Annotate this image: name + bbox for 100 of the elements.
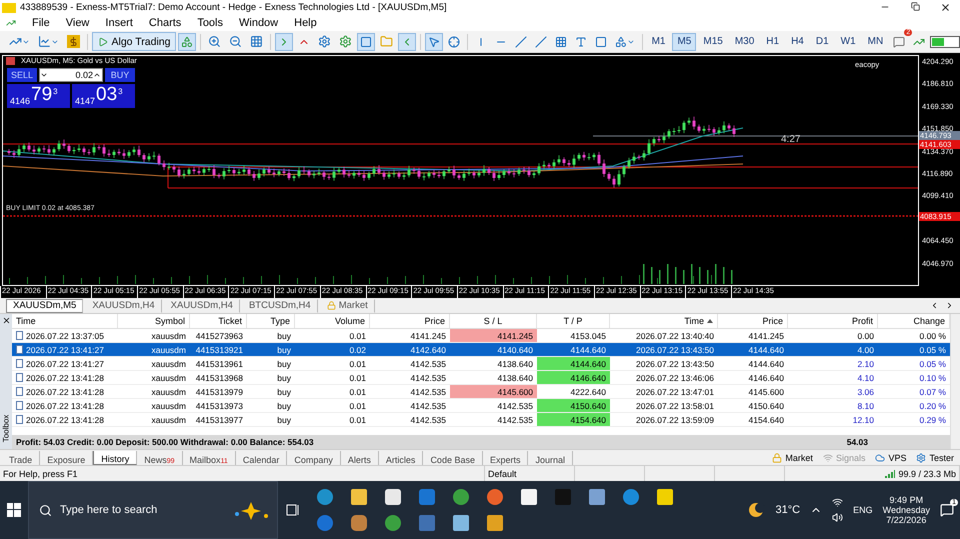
menu-item[interactable]: Tools — [197, 17, 223, 29]
language-indicator[interactable]: ENG — [853, 505, 873, 515]
menu-item[interactable]: Charts — [148, 17, 182, 29]
table-row[interactable]: 2026.07.22 13:41:27 xauusdm 4415313921 buy 0.02 4142.640 4140.640 4144.640 2026.07.22 13:43:50 4144.640 4.00 0.05 % — [12, 343, 950, 357]
table-cell-text: 4142.535 — [410, 414, 447, 426]
chart-tab[interactable]: Market — [320, 298, 375, 312]
table-cell-text: xauusdm — [150, 344, 187, 356]
taskbar-search-field[interactable]: Type here to search — [28, 481, 278, 539]
panel-tab[interactable]: History — [93, 450, 138, 464]
menu-item[interactable]: Window — [239, 17, 278, 29]
menu-item[interactable]: Insert — [105, 17, 133, 29]
table-cell-text: 0.01 — [348, 414, 367, 426]
column-header[interactable]: Price — [718, 314, 788, 328]
table-row[interactable]: 2026.07.22 13:41:28 xauusdm 4415313968 buy 0.01 4142.535 4138.640 4146.640 2026.07.22 13:46:06 4146.640 4.10 0.10 % — [12, 371, 950, 385]
panel-link[interactable]: Market — [772, 452, 813, 462]
table-cell-text: xauusdm — [150, 414, 187, 426]
table-cell: 4146.640 — [537, 371, 610, 384]
timeframe-button[interactable]: M15 — [698, 32, 728, 50]
table-cell-text: 4142.535 — [496, 414, 534, 426]
chart-tab[interactable]: XAUUSDm,M5 — [6, 298, 84, 312]
column-header[interactable]: Time — [610, 314, 718, 328]
column-header[interactable]: T / P — [537, 314, 610, 328]
table-cell-text: 0.00 % — [918, 330, 947, 342]
column-header[interactable]: Ticket — [190, 314, 247, 328]
table-row[interactable]: 2026.07.22 13:41:28 xauusdm 4415313973 buy 0.01 4142.535 4142.535 4150.640 2026.07.22 13:58:01 4150.640 8.10 0.20 % — [12, 399, 950, 413]
column-header[interactable]: Symbol — [118, 314, 190, 328]
table-cell: 2026.07.22 13:41:28 — [12, 371, 118, 384]
table-cell-text: 4415313921 — [194, 344, 244, 356]
lot-field[interactable]: 0.02 — [39, 68, 103, 82]
table-cell-text: 4144.640 — [748, 358, 785, 370]
table-cell-text: buy — [276, 358, 292, 370]
table-cell-text: 4154.640 — [748, 414, 785, 426]
panel-link[interactable]: VPS — [875, 452, 906, 462]
table-cell-text: 0.29 % — [918, 414, 947, 426]
buy-button[interactable]: BUY — [105, 68, 135, 82]
table-cell-text: 0.00 — [856, 330, 875, 342]
column-header[interactable]: Time — [12, 314, 118, 328]
table-cell: 4144.640 — [537, 357, 610, 370]
table-cell-text: 2026.07.22 13:47:01 — [635, 386, 715, 398]
table-cell-text: 4150.640 — [748, 400, 785, 412]
table-cell: 4141.245 — [450, 329, 537, 342]
table-cell-text: 4141.245 — [410, 330, 447, 342]
table-cell-text: 4142.535 — [410, 400, 447, 412]
table-cell-text: 4415313961 — [194, 358, 244, 370]
timeframe-button[interactable]: M1 — [646, 32, 670, 50]
table-cell-text: 4153.045 — [570, 330, 607, 342]
table-cell-text: xauusdm — [150, 330, 187, 342]
taskbar-clock[interactable]: 9:49 PM Wednesday 7/22/2026 — [882, 495, 930, 525]
column-header[interactable]: Volume — [295, 314, 370, 328]
table-cell-text: 4145.600 — [748, 386, 785, 398]
table-cell: 4150.640 — [537, 399, 610, 412]
table-cell-text: 4142.640 — [410, 344, 447, 356]
menu-item[interactable]: Help — [294, 17, 317, 29]
table-cell-text: 0.01 — [348, 400, 367, 412]
timeframe-button[interactable]: D1 — [810, 32, 834, 50]
table-cell-text: 0.01 — [348, 330, 367, 342]
table-row[interactable]: 2026.07.22 13:41:27 xauusdm 4415313961 buy 0.01 4142.535 4138.640 4144.640 2026.07.22 13:43:50 4144.640 2.10 0.05 % — [12, 357, 950, 371]
table-cell: 4154.640 — [537, 413, 610, 426]
table-row[interactable]: 2026.07.22 13:37:05 xauusdm 4415273963 buy 0.01 4141.245 4141.245 4153.045 2026.07.22 13:40:40 4141.245 0.00 0.00 % — [12, 329, 950, 343]
timeframe-button[interactable]: M5 — [672, 32, 696, 50]
column-header[interactable]: Profit — [788, 314, 878, 328]
menu-item[interactable]: View — [66, 17, 90, 29]
table-cell-text: 4415313979 — [194, 386, 244, 398]
table-row[interactable]: 2026.07.22 13:41:28 xauusdm 4415313977 buy 0.01 4142.535 4142.535 4154.640 2026.07.22 13:59:09 4154.640 12.10 0.29 % — [12, 413, 950, 427]
table-cell-text: 8.10 — [856, 400, 875, 412]
table-cell-text: 4138.640 — [496, 372, 534, 384]
timeframe-button[interactable]: W1 — [836, 32, 861, 50]
timeframe-button[interactable]: H1 — [761, 32, 784, 50]
menu-item[interactable]: File — [32, 17, 50, 29]
table-cell: 2026.07.22 13:41:27 — [12, 357, 118, 370]
table-cell-text: 4142.535 — [410, 358, 447, 370]
sell-button[interactable]: SELL — [7, 68, 37, 82]
table-cell: 2026.07.22 13:41:28 — [12, 399, 118, 412]
column-header[interactable]: Price — [370, 314, 450, 328]
table-cell-text: xauusdm — [150, 400, 187, 412]
chart-tab[interactable]: XAUUSDm,H4 — [85, 298, 162, 312]
table-cell-text: buy — [276, 344, 292, 356]
timeframe-button[interactable]: H4 — [786, 32, 809, 50]
table-cell-text: 2026.07.22 13:59:09 — [635, 414, 715, 426]
table-cell-text: 2026.07.22 13:43:50 — [635, 344, 715, 356]
table-cell-text: xauusdm — [150, 358, 187, 370]
panel-link[interactable]: Tester — [916, 452, 954, 462]
table-cell-text: xauusdm — [150, 386, 187, 398]
column-header[interactable]: S / L — [450, 314, 537, 328]
bar-timer: 4:27 — [781, 134, 800, 145]
chart-tab[interactable]: BTCUSDm,H4 — [242, 298, 318, 312]
algo-trading-button[interactable]: Algo Trading — [92, 32, 176, 51]
column-header[interactable]: Type — [247, 314, 295, 328]
table-cell-text: 4415313973 — [194, 400, 244, 412]
chart-tab[interactable]: XAUUSDm,H4 — [164, 298, 240, 312]
table-cell-text: 0.01 — [348, 386, 367, 398]
table-row[interactable]: 2026.07.22 13:41:28 xauusdm 4415313979 buy 0.01 4142.535 4145.600 4222.640 2026.07.22 13:47:01 4145.600 3.06 0.07 % — [12, 385, 950, 399]
timeframe-button[interactable]: MN — [862, 32, 888, 50]
table-cell-text: 3.06 — [856, 386, 875, 398]
table-cell-text: 2026.07.22 13:43:50 — [635, 358, 715, 370]
table-cell-text: buy — [276, 386, 292, 398]
table-cell-text: 4.00 — [856, 344, 875, 356]
table-cell: 2026.07.22 13:41:28 — [12, 385, 118, 398]
table-cell-text: 4142.535 — [410, 372, 447, 384]
timeframe-button[interactable]: M30 — [730, 32, 760, 50]
